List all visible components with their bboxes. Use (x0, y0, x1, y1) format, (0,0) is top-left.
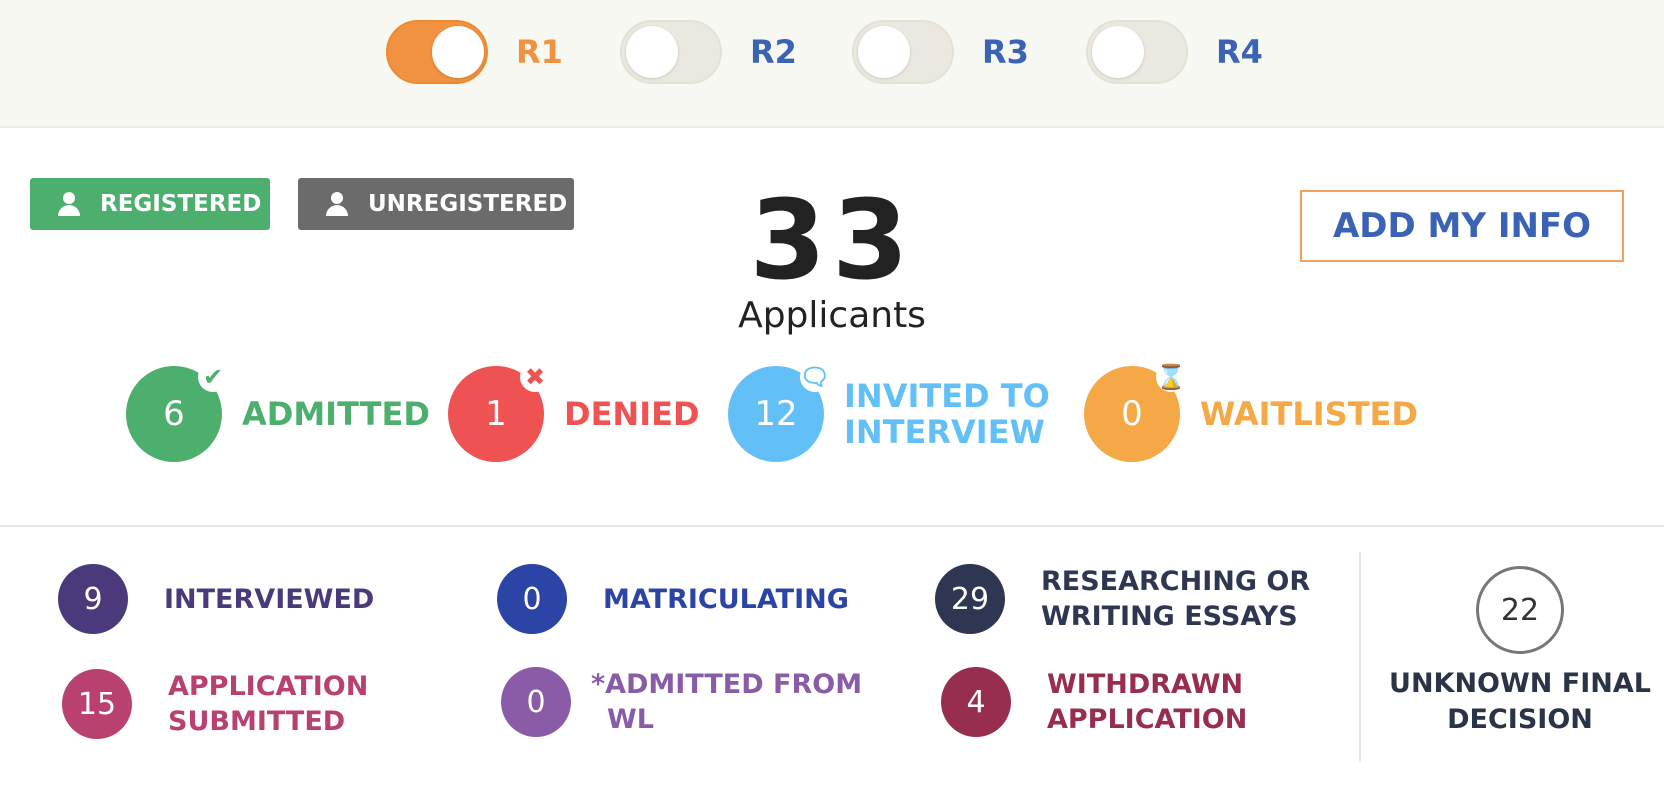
section-divider (0, 525, 1664, 527)
decision-label-line1: DENIED (564, 395, 700, 433)
user-icon (58, 192, 80, 216)
user-icon (326, 192, 348, 216)
round-label: R3 (982, 33, 1029, 71)
round-label: R4 (1216, 33, 1263, 71)
status-label-line1: MATRICULATING (603, 583, 849, 615)
toggle-switch[interactable] (852, 20, 954, 84)
status-label-line1: RESEARCHING OR (1041, 566, 1311, 597)
unknown-label: UNKNOWN FINAL DECISION (1372, 666, 1664, 738)
status-withdrawn-application[interactable]: 4 WITHDRAWN APPLICATION (941, 666, 1247, 738)
applicant-count: 33 (749, 176, 915, 304)
decision-count-circle: 0 ⌛ (1084, 362, 1186, 462)
registered-label: REGISTERED (100, 191, 262, 217)
decision-waitlisted[interactable]: 0 ⌛ WAITLISTED (1084, 362, 1418, 462)
unregistered-button[interactable]: UNREGISTERED (298, 178, 574, 230)
status-label-line1: *ADMITTED FROM (591, 669, 863, 700)
unknown-label-line1: UNKNOWN FINAL (1389, 668, 1651, 699)
status-label: APPLICATION SUBMITTED (168, 669, 368, 739)
applicant-count-label: Applicants (738, 295, 926, 336)
round-toggle-r4[interactable]: R4 (1086, 20, 1263, 84)
column-divider (1359, 552, 1361, 762)
status-count: 0 (497, 564, 567, 634)
status-label: *ADMITTED FROM WL (591, 667, 862, 737)
unknown-label-line2: DECISION (1447, 704, 1593, 735)
round-toggle-r2[interactable]: R2 (620, 20, 797, 84)
toggle-knob (626, 26, 678, 78)
status-label: MATRICULATING (603, 582, 849, 617)
toggle-knob (432, 26, 484, 78)
round-toggle-r3[interactable]: R3 (852, 20, 1029, 84)
status-label-line1: INTERVIEWED (164, 583, 375, 615)
check-icon: ✔ (198, 362, 228, 392)
status-count: 0 (501, 667, 571, 737)
status-count: 15 (62, 669, 132, 739)
decision-admitted[interactable]: 6 ✔ ADMITTED (126, 362, 430, 462)
status-researching-or-writing-essays[interactable]: 29 RESEARCHING OR WRITING ESSAYS (935, 563, 1310, 635)
status-label: WITHDRAWN APPLICATION (1047, 667, 1247, 737)
decision-count: 0 (1121, 394, 1143, 434)
decision-label: ADMITTED (242, 396, 430, 432)
status-application-submitted[interactable]: 15 APPLICATION SUBMITTED (62, 668, 368, 740)
toggle-knob (858, 26, 910, 78)
decision-label: DENIED (564, 396, 700, 432)
status-interviewed[interactable]: 9 INTERVIEWED (58, 563, 374, 635)
chat-bubble-icon: 🗨 (799, 362, 831, 392)
status-label-line2: SUBMITTED (168, 706, 346, 737)
decision-count-circle: 12 🗨 (728, 362, 830, 462)
round-label: R2 (750, 33, 797, 71)
decision-label: WAITLISTED (1200, 396, 1418, 432)
decision-label-line2: INTERVIEW (844, 413, 1045, 451)
toggle-switch[interactable] (386, 20, 488, 84)
registered-button[interactable]: REGISTERED (30, 178, 270, 230)
status-label-line1: APPLICATION (168, 671, 369, 702)
decision-label-line1: INVITED TO (844, 377, 1050, 415)
decision-label-line1: WAITLISTED (1200, 395, 1418, 433)
toggle-knob (1092, 26, 1144, 78)
status-label-line2: WL (607, 704, 654, 735)
unregistered-label: UNREGISTERED (368, 191, 568, 217)
decision-denied[interactable]: 1 ✖ DENIED (448, 362, 700, 462)
decision-count-circle: 1 ✖ (448, 362, 550, 462)
decision-label-line1: ADMITTED (242, 395, 430, 433)
round-label: R1 (516, 33, 563, 71)
decision-label: INVITED TO INTERVIEW (844, 378, 1050, 450)
status-label-line2: WRITING ESSAYS (1041, 601, 1298, 632)
status-label: INTERVIEWED (164, 582, 374, 617)
round-toggle-bar: R1 R2 R3 R4 (0, 0, 1664, 128)
decision-invited-to-interview[interactable]: 12 🗨 INVITED TO INTERVIEW (728, 362, 1050, 462)
toggle-switch[interactable] (620, 20, 722, 84)
decision-count: 6 (163, 394, 185, 434)
toggle-switch[interactable] (1086, 20, 1188, 84)
unknown-count: 22 (1476, 566, 1564, 654)
applicant-total: 33 Applicants (632, 180, 1032, 340)
decision-count: 1 (485, 394, 507, 434)
round-toggle-r1[interactable]: R1 (386, 20, 563, 84)
status-label: RESEARCHING OR WRITING ESSAYS (1041, 564, 1310, 634)
status-count: 4 (941, 667, 1011, 737)
add-my-info-button[interactable]: ADD MY INFO (1300, 190, 1624, 262)
status-matriculating[interactable]: 0 MATRICULATING (497, 563, 849, 635)
decision-count: 12 (754, 394, 798, 434)
status-admitted-from-wl[interactable]: 0 *ADMITTED FROM WL (501, 666, 862, 738)
status-count: 9 (58, 564, 128, 634)
hourglass-icon: ⌛ (1156, 362, 1186, 392)
status-count: 29 (935, 564, 1005, 634)
unknown-final-decision[interactable]: 22 UNKNOWN FINAL DECISION (1372, 566, 1664, 738)
x-icon: ✖ (520, 362, 550, 392)
decision-count-circle: 6 ✔ (126, 362, 228, 462)
status-label-line2: APPLICATION (1047, 704, 1248, 735)
status-label-line1: WITHDRAWN (1047, 669, 1244, 700)
